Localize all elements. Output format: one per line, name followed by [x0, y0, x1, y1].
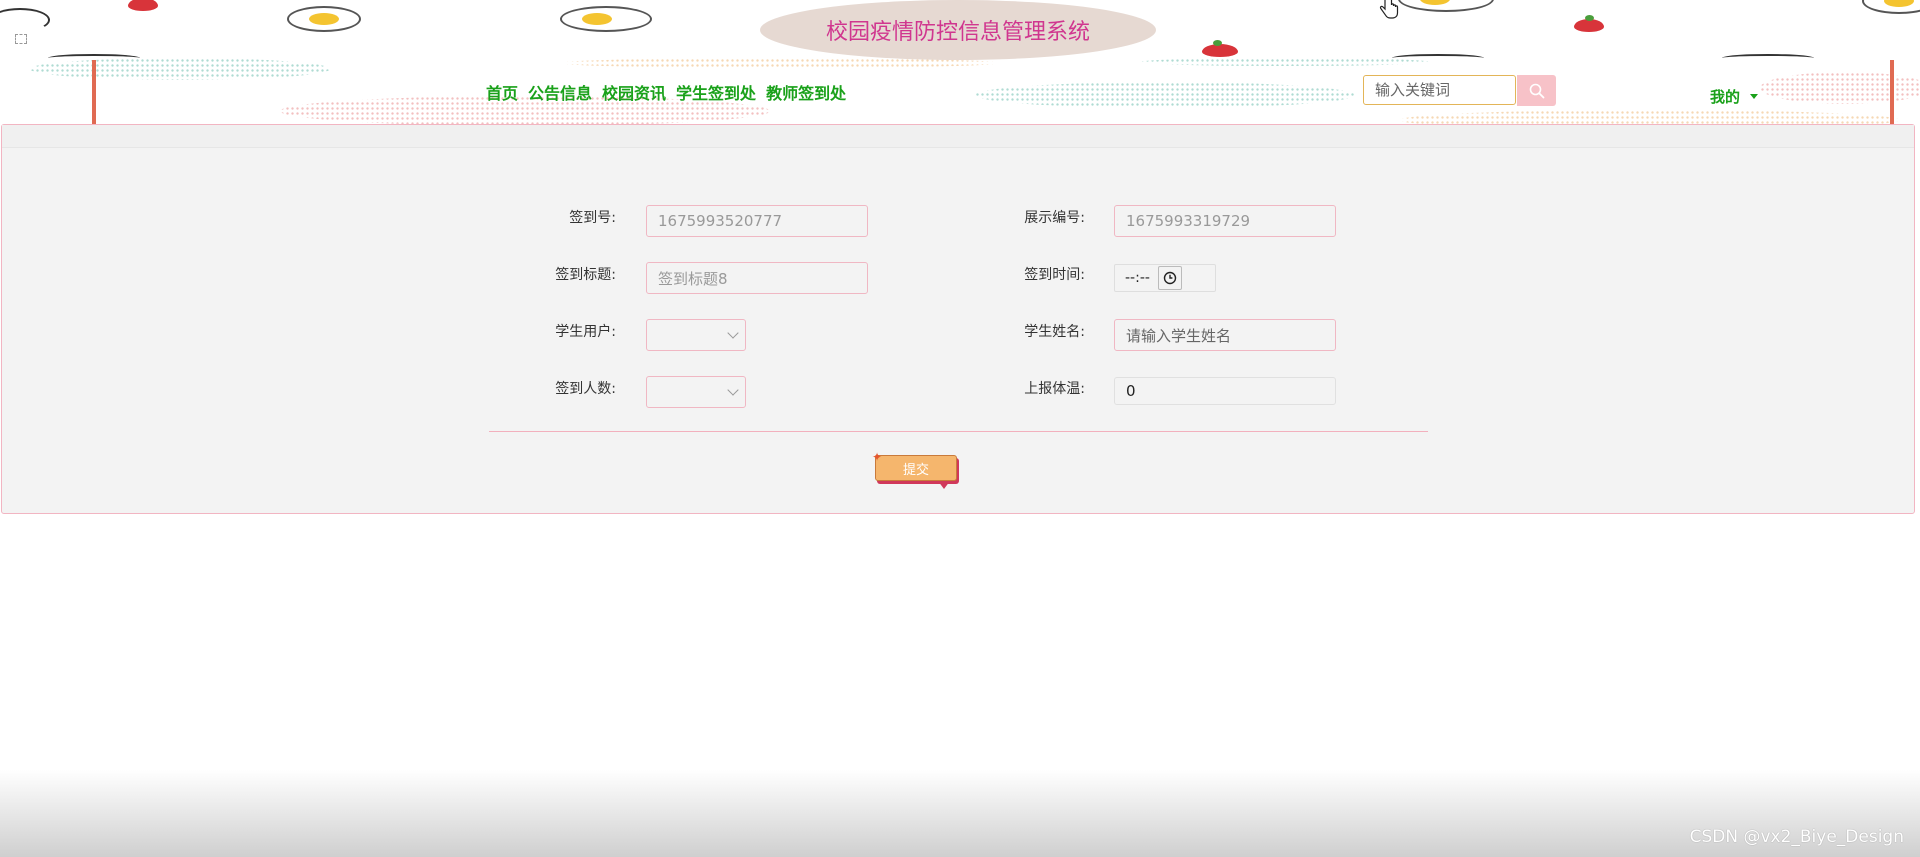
signin-form-panel: 签到号: 1675993520777 展示编号: 1675993319729 签… — [1, 124, 1915, 514]
chevron-down-icon — [727, 384, 739, 396]
form-divider — [489, 431, 1428, 432]
display-no-field[interactable]: 1675993319729 — [1114, 205, 1336, 237]
hand-cursor-icon — [1379, 0, 1399, 19]
decor-pole — [1890, 60, 1894, 125]
search-input[interactable] — [1363, 75, 1516, 105]
decor-dots — [1760, 72, 1920, 104]
nav-campus-news[interactable]: 校园资讯 — [602, 80, 666, 104]
student-name-label: 学生姓名: — [1024, 324, 1085, 340]
nav-teacher-signin[interactable]: 教师签到处 — [766, 80, 846, 104]
user-menu[interactable]: 我的 — [1710, 86, 1759, 107]
footer-gradient — [0, 770, 1920, 857]
student-user-label: 学生用户: — [555, 324, 616, 340]
strawberry-icon — [1574, 15, 1604, 32]
speech-tail-decor — [938, 481, 950, 489]
nav-home[interactable]: 首页 — [486, 80, 518, 104]
decor-left-squiggle — [0, 8, 50, 32]
strawberry-icon — [128, 0, 158, 11]
display-no-value: 1675993319729 — [1126, 212, 1251, 230]
sign-no-value: 1675993520777 — [658, 212, 783, 230]
display-no-label: 展示编号: — [1024, 210, 1085, 226]
temperature-value: 0 — [1126, 382, 1136, 400]
decor-dots — [1140, 58, 1430, 66]
chevron-down-icon — [727, 327, 739, 339]
panel-topbar — [2, 125, 1914, 148]
student-user-select[interactable] — [646, 319, 746, 351]
decor-corner-mark — [15, 34, 27, 44]
fried-egg-icon — [1862, 0, 1920, 14]
sign-time-label: 签到时间: — [1024, 267, 1085, 283]
watermark: CSDN @vx2_Biye_Design — [1689, 827, 1904, 847]
sign-time-value: --:-- — [1125, 270, 1150, 286]
sign-title-value: 签到标题8 — [658, 269, 728, 288]
strawberry-icon — [1202, 40, 1238, 57]
fried-egg-icon — [1398, 0, 1494, 12]
fried-egg-icon — [560, 6, 652, 32]
sign-count-label: 签到人数: — [555, 381, 616, 397]
sign-no-field[interactable]: 1675993520777 — [646, 205, 868, 237]
main-nav: 首页 公告信息 校园资讯 学生签到处 教师签到处 — [486, 80, 846, 104]
clock-glyph — [1163, 271, 1177, 285]
submit-button[interactable]: ✦ 提交 — [872, 450, 957, 489]
clock-icon[interactable] — [1157, 266, 1182, 290]
decor-pole — [92, 60, 96, 125]
nav-student-signin[interactable]: 学生签到处 — [676, 80, 756, 104]
decor-dots — [975, 82, 1355, 108]
sign-no-label: 签到号: — [569, 210, 616, 226]
search-icon — [1529, 83, 1544, 98]
nav-announcements[interactable]: 公告信息 — [528, 80, 592, 104]
decor-pole-top — [1392, 54, 1484, 62]
fried-egg-icon — [287, 6, 361, 32]
submit-label: 提交 — [902, 462, 929, 478]
student-name-placeholder: 请输入学生姓名 — [1126, 326, 1232, 345]
decor-pole-top — [1722, 54, 1814, 62]
student-name-input[interactable]: 请输入学生姓名 — [1114, 319, 1336, 351]
sign-count-select[interactable] — [646, 376, 746, 408]
site-title: 校园疫情防控信息管理系统 — [760, 0, 1156, 60]
decor-dots — [1400, 110, 1900, 125]
site-header: 校园疫情防控信息管理系统 首页 公告信息 校园资讯 学生签到处 教师签到处 我的 — [0, 0, 1920, 125]
sign-title-label: 签到标题: — [555, 267, 616, 283]
site-title-text: 校园疫情防控信息管理系统 — [825, 20, 1090, 45]
temperature-input[interactable]: 0 — [1114, 377, 1336, 405]
user-menu-label: 我的 — [1710, 88, 1741, 106]
search-button[interactable] — [1517, 75, 1556, 106]
temperature-label: 上报体温: — [1024, 381, 1085, 397]
caret-down-icon — [1750, 94, 1759, 99]
sign-title-field[interactable]: 签到标题8 — [646, 262, 868, 294]
star-icon: ✦ — [872, 450, 883, 464]
sign-time-input[interactable]: --:-- — [1114, 264, 1216, 292]
